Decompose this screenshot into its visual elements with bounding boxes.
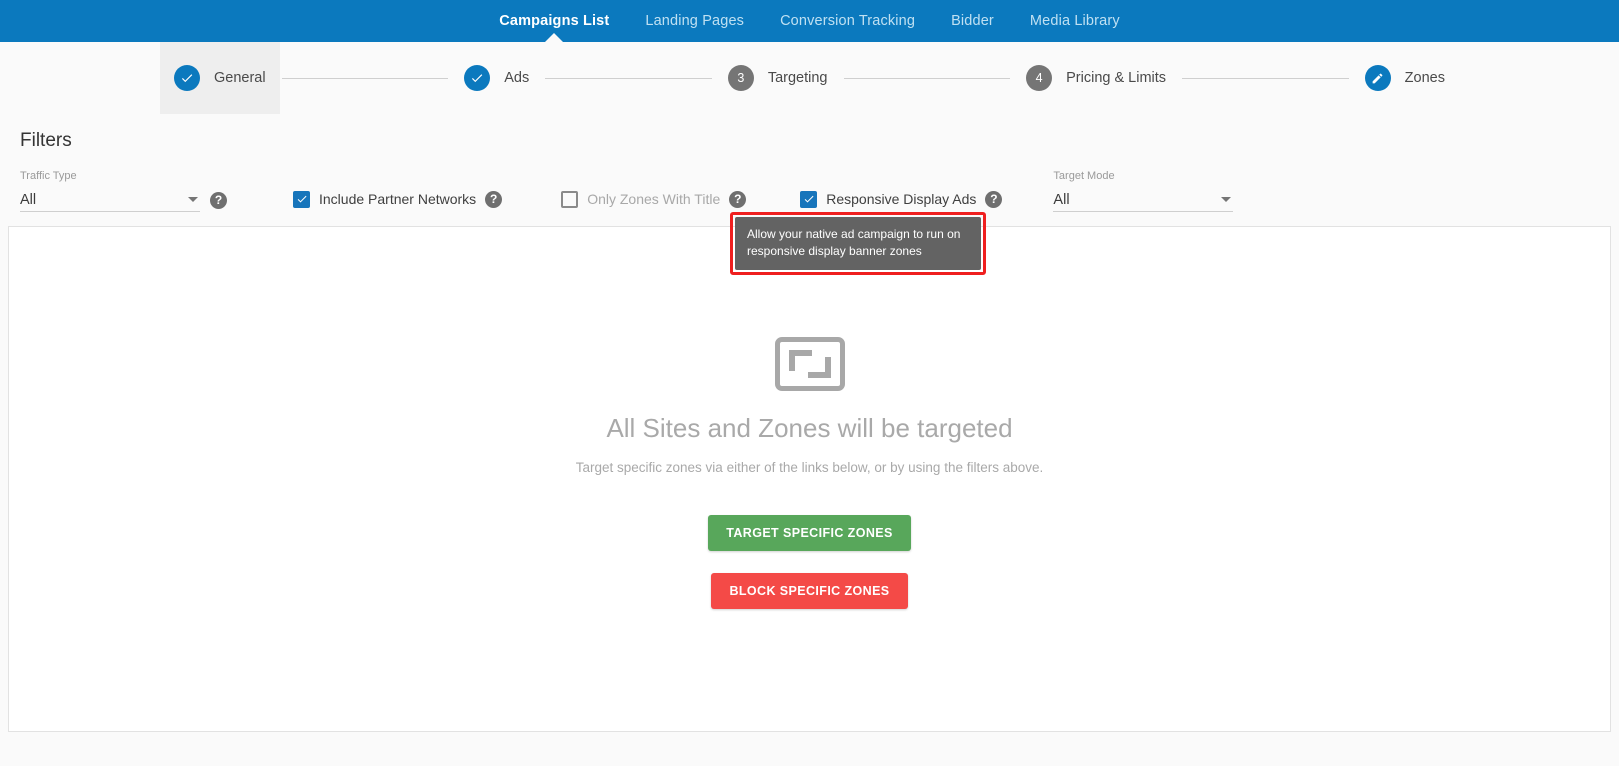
wizard-stepper: General Ads 3 Targeting 4 Pricing & Limi… xyxy=(0,42,1619,114)
chevron-down-icon xyxy=(1221,197,1232,202)
checkbox-unchecked-icon xyxy=(561,190,579,208)
zones-empty-state-card: All Sites and Zones will be targeted Tar… xyxy=(8,226,1611,732)
step-general-check-icon xyxy=(174,65,200,91)
checkbox-checked-icon xyxy=(800,190,818,208)
top-navigation-bar: Campaigns List Landing Pages Conversion … xyxy=(0,0,1619,42)
nav-item-conversion-tracking[interactable]: Conversion Tracking xyxy=(762,0,933,42)
traffic-type-field: Traffic Type All xyxy=(20,170,200,212)
empty-state-title: All Sites and Zones will be targeted xyxy=(606,413,1013,443)
step-pricing-limits[interactable]: 4 Pricing & Limits xyxy=(1012,42,1180,114)
fit-screen-icon xyxy=(774,337,845,391)
traffic-type-select[interactable]: All xyxy=(20,188,200,212)
responsive-display-ads-tooltip: Allow your native ad campaign to run on … xyxy=(735,217,981,270)
checkbox-include-partner-networks[interactable]: Include Partner Networks xyxy=(293,187,476,211)
checkbox-checked-icon xyxy=(293,190,310,208)
target-mode-label: Target Mode xyxy=(1053,170,1115,182)
step-connector-4 xyxy=(1182,77,1349,79)
step-pricing-number-badge: 4 xyxy=(1026,65,1053,91)
filters-heading: Filters xyxy=(20,130,72,151)
filters-section: Filters Traffic Type All ? Include Partn… xyxy=(0,114,1619,275)
step-connector-3 xyxy=(843,77,1011,79)
step-ads-check-icon xyxy=(464,65,491,91)
nav-item-campaigns-list[interactable]: Campaigns List xyxy=(481,0,627,42)
target-mode-field: Target Mode All xyxy=(1053,170,1234,212)
checkbox-responsive-display-ads[interactable]: Responsive Display Ads xyxy=(800,187,976,211)
target-specific-zones-button[interactable]: TARGET SPECIFIC ZONES xyxy=(708,515,911,551)
nav-item-label: Campaigns List xyxy=(499,13,610,29)
step-general[interactable]: General xyxy=(160,42,280,114)
responsive-display-ads-help-icon[interactable]: ? xyxy=(985,190,1003,208)
include-partner-networks-help-icon[interactable]: ? xyxy=(485,190,503,208)
step-targeting-number-badge: 3 xyxy=(727,65,754,91)
empty-state-subtitle: Target specific zones via either of the … xyxy=(575,460,1044,475)
step-zones[interactable]: Zones xyxy=(1351,42,1459,114)
tooltip-highlight-box: Allow your native ad campaign to run on … xyxy=(730,212,986,275)
traffic-type-help-icon[interactable]: ? xyxy=(210,191,227,209)
checkbox-only-zones-with-title-label: Only Zones With Title xyxy=(587,191,721,207)
step-zones-label: Zones xyxy=(1404,70,1445,86)
step-targeting[interactable]: 3 Targeting xyxy=(714,42,842,114)
checkbox-responsive-display-ads-label: Responsive Display Ads xyxy=(826,191,977,207)
filters-row: Traffic Type All ? Include Partner Netwo… xyxy=(20,166,1619,275)
step-pricing-limits-label: Pricing & Limits xyxy=(1066,70,1167,86)
traffic-type-label: Traffic Type xyxy=(20,170,77,182)
step-targeting-label: Targeting xyxy=(767,70,828,86)
active-tab-caret-icon xyxy=(545,33,564,42)
block-specific-zones-button[interactable]: BLOCK SPECIFIC ZONES xyxy=(711,573,908,609)
chevron-down-icon xyxy=(188,197,198,202)
checkbox-include-partner-networks-label: Include Partner Networks xyxy=(319,191,477,207)
target-mode-select[interactable]: All xyxy=(1053,188,1234,212)
step-zones-pencil-icon xyxy=(1364,65,1391,91)
checkbox-only-zones-with-title[interactable]: Only Zones With Title xyxy=(561,187,720,211)
step-ads-label: Ads xyxy=(504,70,530,86)
step-connector-2 xyxy=(545,77,712,79)
step-connector-1 xyxy=(281,77,449,79)
nav-item-bidder[interactable]: Bidder xyxy=(933,0,1012,42)
traffic-type-value: All xyxy=(20,191,37,208)
step-ads[interactable]: Ads xyxy=(450,42,543,114)
step-general-label: General xyxy=(214,70,266,86)
only-zones-with-title-help-icon[interactable]: ? xyxy=(729,190,747,208)
nav-item-media-library[interactable]: Media Library xyxy=(1012,0,1138,42)
nav-item-landing-pages[interactable]: Landing Pages xyxy=(627,0,762,42)
target-mode-value: All xyxy=(1053,191,1070,208)
